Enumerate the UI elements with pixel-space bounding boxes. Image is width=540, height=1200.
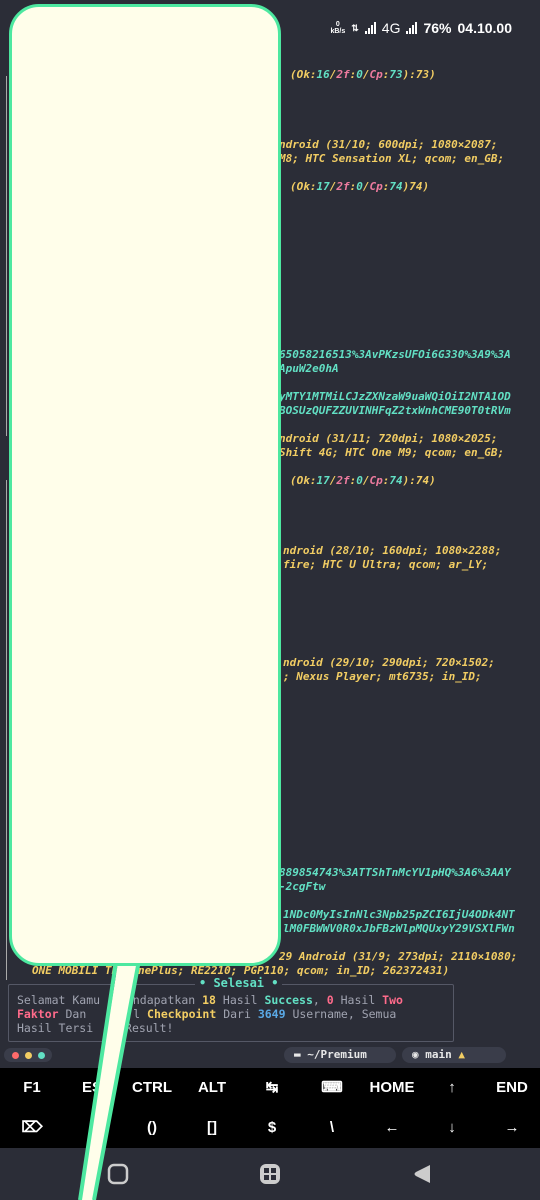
- speech-bubble: [9, 4, 281, 966]
